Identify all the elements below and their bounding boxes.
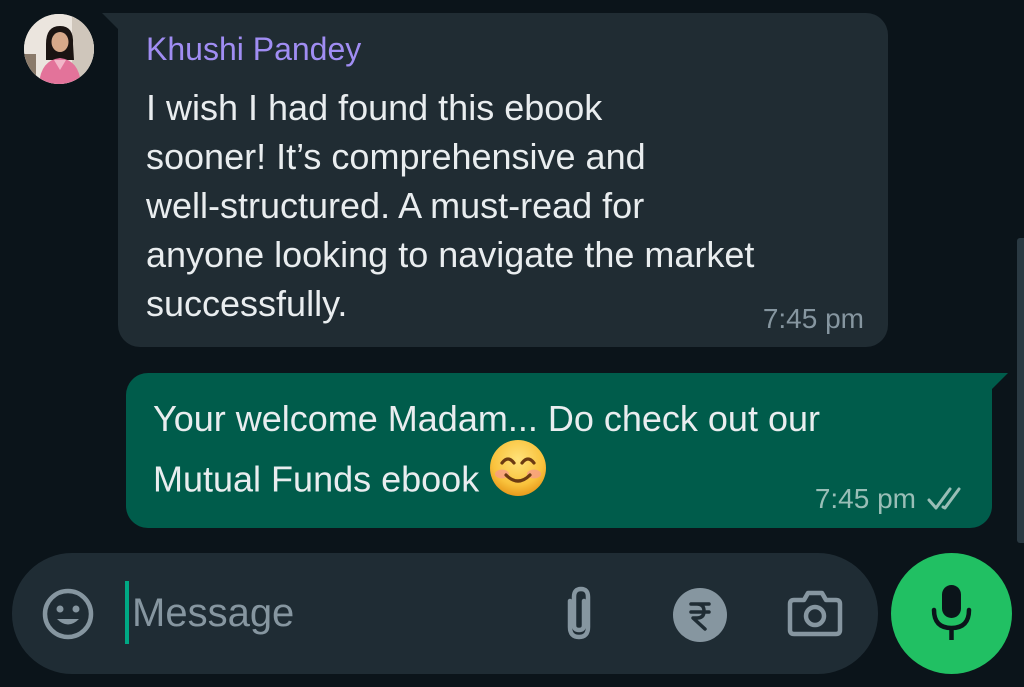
incoming-message-time: 7:45 pm [762, 303, 864, 334]
incoming-message-text: I wish I had found this ebook sooner! It… [146, 83, 866, 328]
message-composer [12, 553, 878, 674]
rupee-icon[interactable] [672, 587, 728, 643]
smiling-face-emoji-icon [489, 439, 547, 515]
outgoing-message-text: Your welcome Madam... Do check out our M… [153, 389, 820, 515]
incoming-message-line: anyone looking to navigate the market [146, 234, 755, 275]
message-input[interactable] [132, 577, 532, 649]
incoming-message-line: I wish I had found this ebook [146, 87, 603, 128]
camera-icon[interactable] [786, 588, 844, 638]
mic-icon [931, 585, 972, 640]
emoji-icon[interactable] [40, 586, 96, 642]
outgoing-message-line-text: Mutual Funds ebook [153, 458, 480, 500]
scroll-indicator[interactable] [1017, 238, 1024, 543]
incoming-message-line: successfully. [146, 283, 348, 324]
avatar-photo-icon [24, 14, 94, 84]
incoming-message-bubble[interactable]: Khushi Pandey I wish I had found this eb… [102, 13, 888, 347]
chat-screen: Khushi Pandey I wish I had found this eb… [0, 0, 1024, 687]
outgoing-message-time: 7:45 pm [814, 483, 916, 514]
double-check-icon [927, 487, 961, 510]
incoming-message-line: sooner! It’s comprehensive and [146, 136, 646, 177]
incoming-message-line: well-structured. A must-read for [146, 185, 645, 226]
paperclip-icon[interactable] [557, 583, 601, 643]
outgoing-message-bubble[interactable]: Your welcome Madam... Do check out our M… [126, 373, 1008, 528]
sender-name[interactable]: Khushi Pandey [146, 29, 361, 69]
text-caret [125, 581, 129, 644]
voice-record-button[interactable] [891, 553, 1012, 674]
sender-avatar[interactable] [24, 14, 94, 84]
outgoing-message-line: Your welcome Madam... Do check out our [153, 398, 820, 439]
outgoing-message-line-2: Mutual Funds ebook [153, 440, 820, 515]
